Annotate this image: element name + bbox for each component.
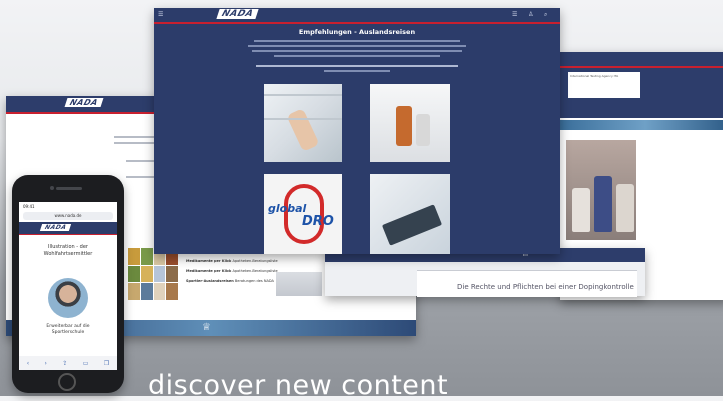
main-screen: ☰ NADA ☰ ♙ ⌕ Empfehlungen - Auslandsreis…: [154, 8, 560, 254]
right-screen-note: International Testing Agency ITA: [568, 72, 640, 98]
right-screen-red-line: [560, 66, 723, 68]
phone-caption: Erweiterbar auf die Sportlerschule: [46, 324, 90, 335]
menu-icon[interactable]: ☰: [158, 11, 163, 18]
text-line: [256, 65, 458, 67]
user-icon[interactable]: ♙: [528, 11, 533, 18]
page-title: Empfehlungen - Auslandsreisen: [298, 28, 416, 36]
phone-status-bar: 09:41: [23, 204, 35, 209]
bottle: [396, 106, 412, 146]
bottle: [616, 184, 634, 232]
medicine-photo: [370, 84, 450, 162]
home-button[interactable]: [58, 373, 76, 391]
list-item[interactable]: Medikamente per Klick Apotheken-Beratung…: [186, 256, 286, 266]
hand-shape: [286, 108, 320, 152]
text-line: [126, 160, 154, 162]
right-screen-image-band: [560, 120, 723, 130]
slogan: discover new content: [148, 370, 449, 401]
trophy-icon: ♕: [202, 322, 211, 333]
phone-toolbar: ‹ › ⇪ ▭ ❐: [19, 356, 117, 370]
nada-logo[interactable]: NADA: [39, 224, 72, 231]
tablet-photo: [370, 174, 450, 254]
list-item[interactable]: Medikamente per Klick Apotheken-Beratung…: [186, 266, 286, 276]
phone-screen: 09:41 www.nada.de NADA Illustration - de…: [19, 202, 117, 370]
text-line: [248, 45, 466, 47]
bottle: [416, 114, 430, 146]
tablet-shape: [381, 204, 443, 246]
phone-speaker: [56, 187, 82, 190]
pharmacy-photo: [264, 84, 342, 162]
avatar: [48, 278, 88, 318]
bottle: [572, 188, 590, 232]
url-bar[interactable]: www.nada.de: [23, 212, 113, 220]
nada-logo: NADA: [64, 98, 104, 107]
phone-page-title: Illustration - der Wohlfahrtsermittler: [43, 244, 93, 257]
background-screen-middle: ♕ Die Rechte und Pflichten bei einer Dop…: [325, 248, 645, 297]
bottle: [594, 176, 612, 232]
list: Medikamente per Klick Apotheken-Beratung…: [186, 256, 286, 286]
nada-logo[interactable]: NADA: [216, 9, 259, 19]
list-item[interactable]: Sportler-Auslandsreisen Beratungen des N…: [186, 276, 286, 286]
text-line: [324, 70, 390, 72]
share-icon[interactable]: ⇪: [62, 360, 67, 367]
back-icon[interactable]: ‹: [27, 360, 29, 367]
phone-camera: [50, 186, 54, 190]
search-icon[interactable]: ⌕: [544, 11, 547, 19]
tabs-icon[interactable]: ❐: [104, 360, 109, 367]
mountain-photo: [276, 272, 322, 296]
main-screen-red-line: [154, 22, 560, 24]
phone-red-line: [19, 234, 117, 235]
forward-icon[interactable]: ›: [45, 360, 47, 367]
bottles-photo: [566, 140, 636, 240]
bookmarks-icon[interactable]: ▭: [83, 360, 89, 367]
text-line: [252, 50, 462, 52]
text-line: [114, 142, 158, 144]
global-dro-logo[interactable]: global DRO: [264, 174, 342, 254]
medication-grid: [128, 248, 178, 300]
phone-nav-bar: NADA: [19, 222, 117, 234]
smartphone: 09:41 www.nada.de NADA Illustration - de…: [12, 175, 124, 393]
text-line: [274, 55, 440, 57]
menu-icon[interactable]: ☰: [512, 11, 517, 18]
text-line: [254, 40, 460, 42]
middle-screen-card: Die Rechte und Pflichten bei einer Dopin…: [417, 270, 637, 297]
middle-screen-card-text: Die Rechte und Pflichten bei einer Dopin…: [457, 283, 634, 291]
main-screen-header: ☰ NADA ☰ ♙ ⌕: [154, 8, 560, 22]
